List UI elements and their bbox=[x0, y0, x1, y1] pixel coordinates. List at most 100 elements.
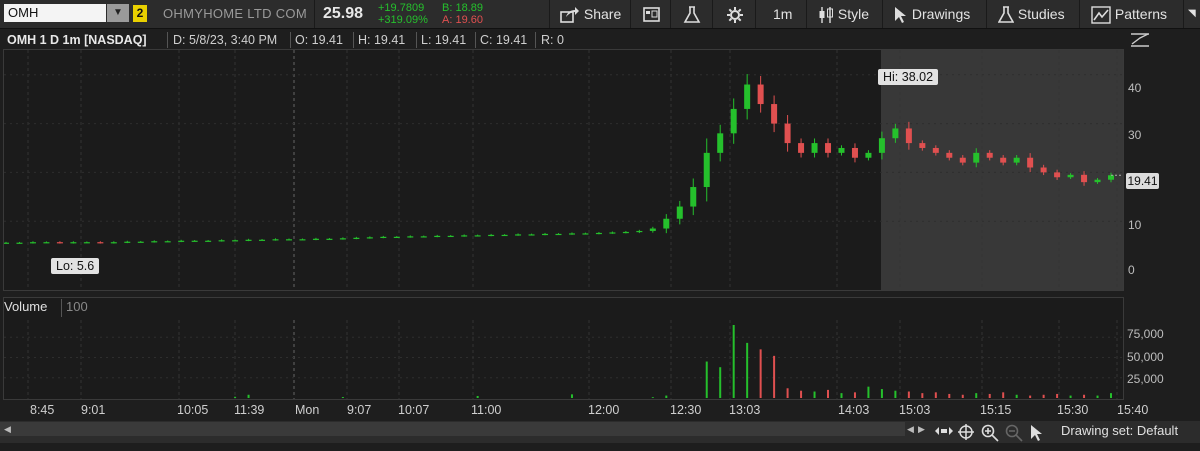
drawings-label: Drawings bbox=[911, 6, 971, 22]
settings-button[interactable] bbox=[726, 0, 744, 28]
studies-button[interactable]: Studies bbox=[997, 0, 1065, 28]
price-candle bbox=[542, 233, 549, 236]
price-candle bbox=[717, 133, 724, 153]
price-candle bbox=[164, 241, 171, 243]
time-axis-tick: 11:00 bbox=[471, 403, 502, 417]
volume-axis-tick: 75,000 bbox=[1127, 327, 1164, 341]
volume-axis-tick: 50,000 bbox=[1127, 350, 1164, 364]
volume-chart[interactable] bbox=[4, 320, 1123, 399]
time-axis-tick: 14:03 bbox=[838, 403, 870, 417]
price-candle bbox=[690, 187, 697, 207]
cursor-arrow-icon bbox=[1031, 425, 1042, 441]
net-change: +19.7809 bbox=[378, 2, 425, 14]
price-candle bbox=[285, 239, 292, 241]
percent-change: +319.09% bbox=[378, 14, 428, 26]
volume-length[interactable]: 100 bbox=[66, 299, 88, 314]
gear-icon bbox=[727, 7, 743, 24]
toolbar-divider bbox=[986, 0, 987, 28]
time-axis-tick: 15:30 bbox=[1057, 403, 1089, 417]
scroll-left-arrow-icon[interactable]: ◀ bbox=[4, 424, 11, 435]
price-candle bbox=[784, 123, 791, 144]
price-candle bbox=[1094, 179, 1101, 183]
price-candle bbox=[353, 237, 360, 239]
price-candle bbox=[663, 218, 670, 229]
time-axis-tick: 9:07 bbox=[347, 403, 372, 417]
price-candle bbox=[312, 238, 319, 240]
header-divider bbox=[535, 32, 536, 48]
volume-label-divider bbox=[61, 299, 62, 317]
cursor-mode-button[interactable] bbox=[1030, 424, 1044, 447]
time-axis-tick: 8:45 bbox=[30, 403, 55, 417]
drawings-button[interactable]: Drawings bbox=[894, 0, 970, 28]
price-candle bbox=[245, 239, 252, 241]
price-candle bbox=[946, 152, 953, 158]
crosshair-button[interactable] bbox=[958, 424, 974, 445]
bar-low: L: 19.41 bbox=[421, 33, 467, 47]
price-candle bbox=[878, 138, 885, 153]
price-candle bbox=[407, 236, 414, 238]
price-candle bbox=[649, 228, 656, 231]
price-candle bbox=[137, 241, 144, 243]
price-candle bbox=[178, 240, 185, 242]
price-candle bbox=[798, 143, 805, 153]
time-axis-tick: 10:07 bbox=[398, 403, 430, 417]
interval-button[interactable]: 1m bbox=[773, 0, 792, 28]
price-chart[interactable] bbox=[4, 50, 1123, 290]
volume-background bbox=[4, 320, 1123, 399]
toolbar-divider bbox=[670, 0, 671, 28]
header-divider bbox=[475, 32, 476, 48]
price-candle bbox=[339, 238, 346, 240]
price-candle bbox=[326, 238, 333, 240]
scroll-end-arrow-icon[interactable]: ▶ bbox=[918, 424, 925, 435]
ask-price: A: 19.60 bbox=[442, 14, 483, 26]
price-candle bbox=[568, 233, 575, 235]
time-axis-tick: 10:05 bbox=[177, 403, 209, 417]
toolbar-divider bbox=[755, 0, 756, 28]
bar-open: O: 19.41 bbox=[295, 33, 343, 47]
link-group-badge[interactable]: 2 bbox=[133, 5, 147, 22]
axis-scale-icon bbox=[1131, 33, 1149, 47]
snapshot-button[interactable] bbox=[642, 0, 662, 28]
style-button[interactable]: Style bbox=[818, 0, 869, 28]
price-candle bbox=[447, 235, 454, 238]
price-candle bbox=[43, 242, 50, 244]
style-label: Style bbox=[837, 6, 870, 22]
price-candle bbox=[838, 147, 845, 153]
zoom-out-button[interactable] bbox=[1005, 424, 1023, 447]
interval-label: 1m bbox=[773, 6, 793, 22]
share-button[interactable]: Share bbox=[560, 0, 621, 28]
price-candle bbox=[4, 242, 9, 244]
flask-button[interactable] bbox=[683, 0, 701, 28]
price-candle bbox=[811, 143, 818, 153]
candlestick-icon bbox=[819, 7, 833, 24]
header-divider bbox=[290, 32, 291, 48]
price-candle bbox=[272, 239, 279, 241]
scroll-right-arrow-icon[interactable]: ◀ bbox=[907, 424, 914, 435]
volume-label[interactable]: Volume bbox=[4, 299, 47, 314]
price-candle bbox=[555, 233, 562, 236]
price-axis-toggle-button[interactable] bbox=[1130, 32, 1150, 53]
time-scrollbar[interactable] bbox=[0, 422, 905, 436]
patterns-button[interactable]: Patterns bbox=[1091, 0, 1167, 28]
toolbar-overflow-button[interactable]: ◥ bbox=[1188, 0, 1196, 28]
company-name: OHMYHOME LTD COM bbox=[163, 6, 307, 21]
pan-button[interactable] bbox=[934, 424, 954, 443]
symbol-dropdown-button[interactable]: ▼ bbox=[107, 4, 129, 22]
bar-close: C: 19.41 bbox=[480, 33, 528, 47]
symbol-input[interactable]: OMH bbox=[4, 4, 106, 22]
price-candle bbox=[771, 104, 778, 124]
drawing-set-selector[interactable]: Drawing set: Default bbox=[1061, 423, 1178, 438]
time-axis-tick: 15:03 bbox=[899, 403, 931, 417]
zoom-in-button[interactable] bbox=[981, 424, 999, 447]
price-candle bbox=[420, 236, 427, 238]
price-candle bbox=[1067, 174, 1074, 178]
price-candle bbox=[16, 242, 23, 244]
price-candle bbox=[151, 241, 158, 243]
price-candle bbox=[434, 235, 441, 238]
price-axis-tick: 30 bbox=[1128, 128, 1142, 142]
chart-header: OMH 1 D 1m [NASDAQ] D: 5/8/23, 3:40 PM O… bbox=[3, 30, 1123, 50]
patterns-label: Patterns bbox=[1114, 6, 1168, 22]
crosshair-icon bbox=[958, 424, 974, 440]
toolbar-divider bbox=[549, 0, 550, 28]
price-candle bbox=[461, 235, 468, 237]
